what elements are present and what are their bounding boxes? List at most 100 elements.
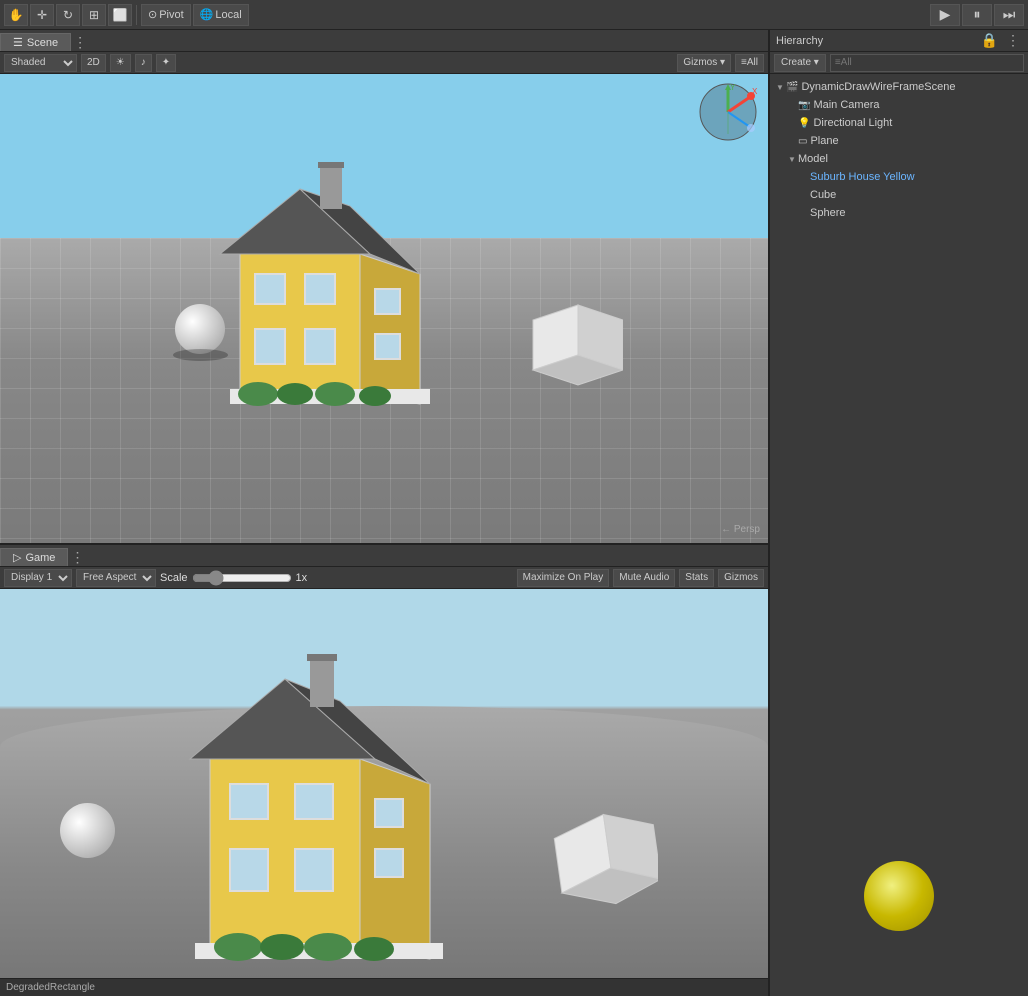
svg-text:X: X (752, 87, 758, 96)
scale-slider-container: Scale 1x (160, 572, 513, 584)
game-canvas[interactable] (0, 589, 768, 978)
cube-label: Cube (810, 189, 836, 201)
scene-root-icon: 🎬 (786, 82, 798, 93)
mute-audio-btn[interactable]: Mute Audio (613, 569, 675, 587)
stats-btn[interactable]: Stats (679, 569, 714, 587)
fx-btn[interactable]: ✦ (156, 54, 176, 72)
tab-game[interactable]: ▷ Game (0, 548, 68, 566)
game-cube (548, 807, 658, 920)
scale-slider[interactable] (192, 572, 292, 584)
tree-scene-root[interactable]: ▼ 🎬 DynamicDrawWireFrameScene (770, 78, 1028, 96)
gizmos-game-btn[interactable]: Gizmos (718, 569, 764, 587)
aspect-dropdown[interactable]: Free Aspect (76, 569, 156, 587)
scene-sphere (175, 304, 225, 354)
step-btn[interactable]: ⏭ (994, 4, 1024, 26)
play-controls: ▶ ⏸ ⏭ (930, 4, 1024, 26)
game-tab-label: Game (25, 552, 55, 564)
plane-icon: ▭ (798, 136, 807, 147)
left-panel: ☰ Scene ⋮ Shaded Wireframe 2D ☀ ♪ ✦ Gizm… (0, 30, 770, 996)
camera-icon: 📷 (798, 100, 810, 111)
2d-btn[interactable]: 2D (81, 54, 106, 72)
rect-tool-btn[interactable]: ⬜ (108, 4, 132, 26)
scene-gizmo: Y X (698, 82, 758, 142)
maximize-on-play-btn[interactable]: Maximize On Play (517, 569, 610, 587)
game-view: ▷ Game ⋮ Display 1 Free Aspect Scale 1x … (0, 543, 768, 978)
gizmos-btn[interactable]: Gizmos ▾ (677, 54, 731, 72)
model-arrow: ▼ (786, 155, 798, 164)
game-tab-bar: ▷ Game ⋮ (0, 545, 768, 567)
yellow-sphere-visual (864, 861, 934, 931)
tree-model[interactable]: ▼ Model (770, 150, 1028, 168)
local-btn[interactable]: 🌐 Local (193, 4, 249, 26)
suburb-house-label: Suburb House Yellow (810, 171, 915, 183)
scene-toolbar: Shaded Wireframe 2D ☀ ♪ ✦ Gizmos ▾ ≡All (0, 52, 768, 74)
tree-sphere[interactable]: Sphere (770, 204, 1028, 222)
game-house-svg (150, 629, 490, 978)
main-camera-label: Main Camera (813, 99, 879, 111)
svg-text:Y: Y (730, 83, 736, 92)
sphere-label: Sphere (810, 207, 845, 219)
tree-main-camera[interactable]: 📷 Main Camera (770, 96, 1028, 114)
game-toolbar: Display 1 Free Aspect Scale 1x Maximize … (0, 567, 768, 589)
tab-scene[interactable]: ☰ Scene (0, 33, 71, 51)
hierarchy-overflow-btn[interactable]: ⋮ (1004, 32, 1022, 49)
pivot-btn[interactable]: ⊙ Pivot (141, 4, 191, 26)
move-tool-btn[interactable]: ✛ (30, 4, 54, 26)
scene-overflow-btn[interactable]: ⋮ (71, 34, 89, 51)
game-cube-svg (548, 807, 658, 917)
create-btn[interactable]: Create ▾ (774, 54, 826, 72)
pause-btn[interactable]: ⏸ (962, 4, 992, 26)
game-sphere (60, 803, 115, 858)
lighting-btn[interactable]: ☀ (110, 54, 131, 72)
game-house (150, 629, 490, 978)
scale-value: 1x (296, 572, 308, 584)
hierarchy-title: Hierarchy (776, 35, 975, 47)
directional-light-label: Directional Light (813, 117, 892, 129)
scene-tab-bar: ☰ Scene ⋮ (0, 30, 768, 52)
scale-label: Scale (160, 572, 188, 584)
scale-tool-btn[interactable]: ⊞ (82, 4, 106, 26)
hierarchy-header: Hierarchy 🔒 ⋮ (770, 30, 1028, 52)
yellow-sphere-area (770, 796, 1028, 996)
top-toolbar: ✋ ✛ ↻ ⊞ ⬜ ⊙ Pivot 🌐 Local ▶ ⏸ ⏭ (0, 0, 1028, 30)
all-btn[interactable]: ≡All (735, 54, 764, 72)
scene-view: ☰ Scene ⋮ Shaded Wireframe 2D ☀ ♪ ✦ Gizm… (0, 30, 768, 543)
status-text: DegradedRectangle (6, 982, 95, 993)
separator-1 (136, 5, 137, 25)
hierarchy-lock-btn[interactable]: 🔒 (979, 32, 1000, 49)
main-area: ☰ Scene ⋮ Shaded Wireframe 2D ☀ ♪ ✦ Gizm… (0, 30, 1028, 996)
tree-directional-light[interactable]: 💡 Directional Light (770, 114, 1028, 132)
hierarchy-search[interactable] (830, 54, 1024, 72)
pivot-label: Pivot (159, 9, 183, 21)
audio-btn[interactable]: ♪ (135, 54, 152, 72)
hand-tool-btn[interactable]: ✋ (4, 4, 28, 26)
tree-cube[interactable]: Cube (770, 186, 1028, 204)
local-icon: 🌐 (200, 8, 214, 21)
scene-tab-icon: ☰ (13, 36, 23, 49)
local-label: Local (215, 9, 241, 21)
gizmo-svg: Y X (698, 82, 758, 142)
game-overflow-btn[interactable]: ⋮ (68, 549, 86, 566)
hierarchy-toolbar: Create ▾ (770, 52, 1028, 74)
hierarchy-tree: ▼ 🎬 DynamicDrawWireFrameScene 📷 Main Cam… (770, 74, 1028, 796)
tree-suburb-house[interactable]: Suburb House Yellow (770, 168, 1028, 186)
status-bar: DegradedRectangle (0, 978, 768, 996)
display-dropdown[interactable]: Display 1 (4, 569, 72, 587)
persp-label: ← Persp (721, 524, 760, 535)
play-btn[interactable]: ▶ (930, 4, 960, 26)
rotate-tool-btn[interactable]: ↻ (56, 4, 80, 26)
scene-cube (523, 300, 623, 403)
cube-svg (523, 300, 623, 400)
plane-label: Plane (810, 135, 838, 147)
tree-plane[interactable]: ▭ Plane (770, 132, 1028, 150)
house-svg (180, 134, 480, 434)
shading-dropdown[interactable]: Shaded Wireframe (4, 54, 77, 72)
scene-canvas[interactable]: Y X ← Persp (0, 74, 768, 543)
scene-sphere-shadow (173, 349, 228, 361)
pivot-icon: ⊙ (148, 8, 157, 21)
right-panel: Hierarchy 🔒 ⋮ Create ▾ ▼ 🎬 DynamicDrawWi… (770, 30, 1028, 996)
scene-house (180, 134, 480, 437)
model-label: Model (798, 153, 828, 165)
light-icon: 💡 (798, 118, 810, 129)
scene-root-label: DynamicDrawWireFrameScene (801, 81, 955, 93)
